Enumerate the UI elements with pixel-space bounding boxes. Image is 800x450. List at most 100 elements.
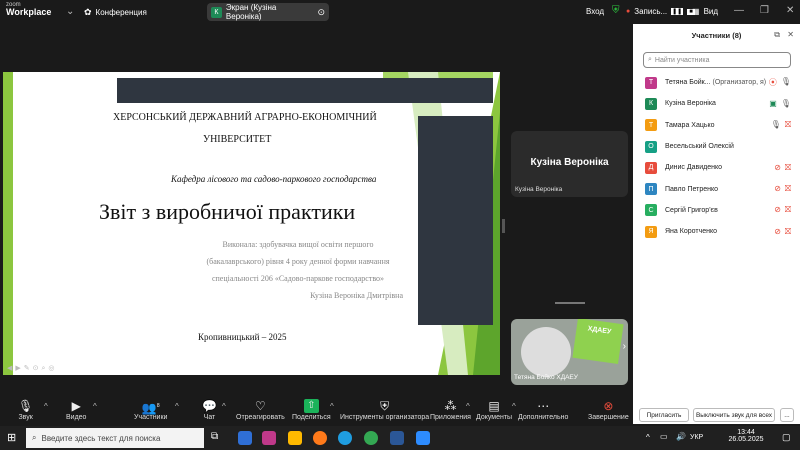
chevron-right-icon[interactable]: › bbox=[623, 341, 626, 352]
participants-button[interactable]: 👥8 Участники bbox=[134, 399, 167, 421]
keyboard-language[interactable]: УКР bbox=[690, 434, 703, 441]
tray-chevron-icon[interactable]: ^ bbox=[646, 433, 650, 442]
participant-row[interactable]: Т Тамара Хацько 🎙 ⛝ bbox=[633, 115, 800, 136]
zoom-icon[interactable] bbox=[416, 431, 430, 445]
more-icon[interactable]: ⊙ bbox=[317, 7, 325, 18]
word-icon[interactable] bbox=[390, 431, 404, 445]
video-options-icon[interactable]: ^ bbox=[93, 402, 97, 411]
participant-row[interactable]: П Павло Петренко ⊘ ⛝ bbox=[633, 178, 800, 199]
popout-icon[interactable]: ⧉ bbox=[774, 30, 780, 40]
more-icon: ⋯ bbox=[537, 399, 550, 413]
slide-accent-left bbox=[3, 72, 13, 375]
shield-icon[interactable]: ⛨ bbox=[612, 5, 620, 16]
video-off-icon[interactable]: ⛝ bbox=[785, 120, 791, 130]
meeting-info[interactable]: ✿ Конференция bbox=[84, 7, 147, 18]
apps-options-icon[interactable]: ^ bbox=[466, 402, 470, 411]
participant-row[interactable]: Я Яна Коротченко ⊘ ⛝ bbox=[633, 221, 800, 242]
tile-divider[interactable] bbox=[555, 302, 585, 304]
heart-icon: ♡ bbox=[255, 399, 266, 413]
mic-muted-icon[interactable]: ⊘ bbox=[774, 163, 781, 173]
university-line-2: УНІВЕРСИТЕТ bbox=[203, 134, 272, 145]
share-button[interactable]: ⇧ Поделиться bbox=[292, 399, 331, 421]
mute-all-button[interactable]: Выключить звук для всех bbox=[693, 408, 775, 422]
pause-icon[interactable]: ❚❚ bbox=[671, 8, 684, 15]
search-icon: ⌕ bbox=[648, 56, 652, 63]
restore-icon[interactable]: ❐ bbox=[760, 5, 769, 16]
participants-options-icon[interactable]: ^ bbox=[175, 402, 179, 411]
video-background-sign: ХДАЕУ bbox=[572, 319, 624, 365]
edge-icon[interactable] bbox=[338, 431, 352, 445]
university-line-1: ХЕРСОНСЬКИЙ ДЕРЖАВНИЙ АГРАРНО-ЕКОНОМІЧНИ… bbox=[113, 112, 377, 123]
host-tools-button[interactable]: ⛨ Инструменты организатора bbox=[340, 399, 429, 421]
taskbar-search[interactable]: ⌕ Введите здесь текст для поиска bbox=[26, 428, 204, 448]
minimize-icon[interactable]: — bbox=[734, 5, 744, 16]
end-meeting-button[interactable]: ⊗ Завершение bbox=[588, 399, 629, 421]
mic-muted-icon[interactable]: ⊘ bbox=[774, 227, 781, 237]
task-view-icon[interactable]: ⧉ bbox=[211, 431, 218, 442]
microphone-icon[interactable]: 🎙 bbox=[781, 77, 791, 88]
mic-muted-icon[interactable]: ⊘ bbox=[774, 184, 781, 194]
volume-icon[interactable]: 🔊 bbox=[676, 432, 686, 441]
close-icon[interactable]: ✕ bbox=[786, 5, 794, 16]
close-panel-icon[interactable]: ✕ bbox=[787, 30, 794, 39]
share-view: ХЕРСОНСЬКИЙ ДЕРЖАВНИЙ АГРАРНО-ЕКОНОМІЧНИ… bbox=[0, 24, 632, 396]
apps-button[interactable]: ⁂ Приложения bbox=[430, 399, 471, 421]
participant-row[interactable]: Д Динис Давиденко ⊘ ⛝ bbox=[633, 157, 800, 178]
video-button[interactable]: ▶ Видео bbox=[66, 399, 86, 421]
camera-icon: ▶ bbox=[71, 399, 81, 413]
author-line-2: (бакалаврського) рівня 4 року денної фор… bbox=[206, 257, 390, 266]
participant-row[interactable]: Т Тетяна Бойк... (Организатор, я) ⦿ 🎙 bbox=[633, 72, 800, 93]
view-button[interactable]: ▦ Вид bbox=[692, 7, 718, 16]
app-icon[interactable] bbox=[238, 431, 252, 445]
invite-button[interactable]: Пригласить bbox=[639, 408, 689, 422]
docs-options-icon[interactable]: ^ bbox=[512, 402, 516, 411]
chat-options-icon[interactable]: ^ bbox=[222, 402, 226, 411]
audio-button[interactable]: 🎙 Звук bbox=[18, 399, 33, 421]
chevron-down-icon[interactable]: ⌄ bbox=[66, 6, 74, 17]
app-icon[interactable] bbox=[262, 431, 276, 445]
avatar: Я bbox=[645, 225, 657, 238]
resize-handle[interactable] bbox=[502, 219, 505, 233]
react-button[interactable]: ♡ Отреагировать bbox=[236, 399, 285, 421]
video-off-icon[interactable]: ⛝ bbox=[785, 205, 791, 215]
microphone-icon[interactable]: 🎙 bbox=[771, 120, 781, 130]
chat-icon: 💬 bbox=[202, 399, 217, 413]
participant-row[interactable]: С Сергій Григор'єв ⊘ ⛝ bbox=[633, 200, 800, 221]
clock[interactable]: 13:44 26.05.2025 bbox=[722, 429, 770, 443]
more-options-button[interactable]: ... bbox=[780, 408, 794, 422]
search-icon: ⌕ bbox=[32, 433, 37, 442]
share-indicator[interactable]: К Экран (Кузіна Вероніка) ⊙ bbox=[207, 3, 329, 21]
folder-icon[interactable] bbox=[288, 431, 302, 445]
share-options-icon[interactable]: ^ bbox=[330, 402, 334, 411]
video-off-icon[interactable]: ⛝ bbox=[785, 184, 791, 194]
notifications-icon[interactable]: ▢ bbox=[782, 432, 791, 443]
network-icon[interactable]: ▭ bbox=[660, 432, 668, 441]
video-off-icon[interactable]: ⛝ bbox=[785, 163, 791, 173]
meeting-controls: 🎙 Звук ^ ▶ Видео ^ 👥8 Участники ^ 💬 Чат ^ ♡… bbox=[0, 396, 632, 426]
slide-controls[interactable]: ◀▶✎⊙⌕◎ bbox=[7, 364, 58, 373]
microphone-icon[interactable]: 🎙 bbox=[781, 99, 791, 108]
chrome-icon[interactable] bbox=[364, 431, 378, 445]
department: Кафедра лісового та садово-паркового гос… bbox=[171, 174, 377, 184]
firefox-icon[interactable] bbox=[313, 431, 327, 445]
redaction-block bbox=[418, 116, 493, 325]
city-year: Кропивницький – 2025 bbox=[198, 332, 287, 342]
video-tile-boiko[interactable]: ХДАЕУ Тетяна Бойко ХДАЕУ › bbox=[511, 319, 628, 385]
participant-row[interactable]: О Весельський Олексій bbox=[633, 136, 800, 157]
video-off-icon[interactable]: ⛝ bbox=[785, 227, 791, 237]
avatar: К bbox=[645, 97, 657, 110]
audio-options-icon[interactable]: ^ bbox=[44, 402, 48, 411]
video-tile-kuzina[interactable]: Кузіна Вероніка Кузіна Вероніка bbox=[511, 131, 628, 197]
windows-taskbar: ⊞ ⌕ Введите здесь текст для поиска ⧉ ^ ▭… bbox=[0, 426, 800, 450]
login-button[interactable]: Вход bbox=[586, 7, 604, 16]
more-button[interactable]: ⋯ Дополнительно bbox=[518, 399, 568, 421]
mic-muted-icon[interactable]: ⊘ bbox=[774, 205, 781, 215]
participant-search[interactable]: ⌕ Найти участника bbox=[643, 52, 791, 68]
chat-button[interactable]: 💬 Чат bbox=[202, 399, 217, 421]
slide-title: Звіт з виробничої практики bbox=[99, 199, 356, 224]
participant-row[interactable]: К Кузіна Вероніка ▣ 🎙 bbox=[633, 93, 800, 114]
record-indicator[interactable]: ● Запись... ❚❚ ■ bbox=[626, 7, 695, 16]
windows-start-icon[interactable]: ⊞ bbox=[7, 431, 16, 444]
docs-button[interactable]: ▤ Документы bbox=[476, 399, 512, 421]
avatar: Т bbox=[645, 119, 657, 132]
